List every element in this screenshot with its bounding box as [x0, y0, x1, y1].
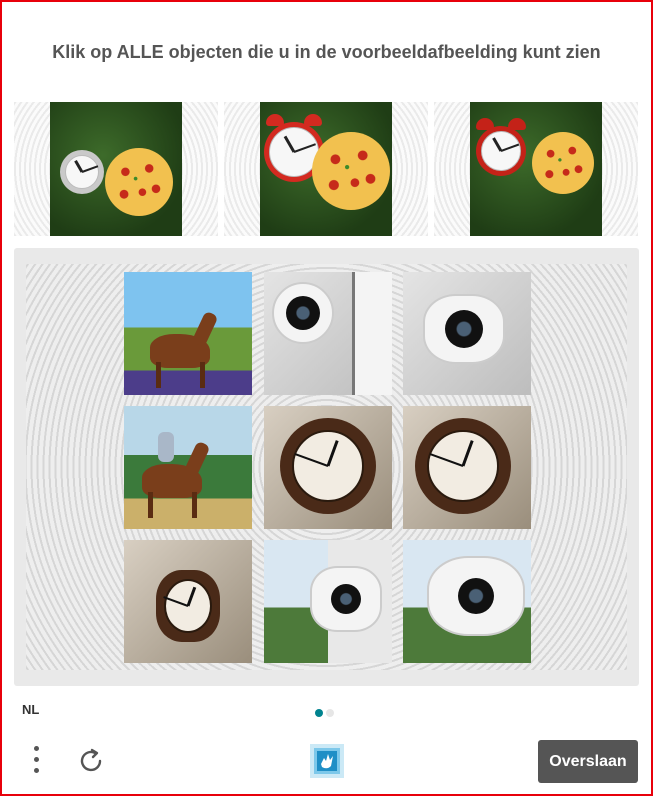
example-images: [14, 102, 639, 236]
grid-tile-3[interactable]: [403, 272, 531, 395]
page-dot-active: [315, 709, 323, 717]
security-camera-icon: [427, 556, 525, 636]
example-image-2: [224, 102, 428, 236]
brand-logo: [306, 740, 348, 782]
example-image-3: [434, 102, 638, 236]
grid-tile-1[interactable]: [124, 272, 252, 395]
language-selector[interactable]: NL: [22, 702, 39, 717]
pizza-icon: [105, 148, 173, 216]
challenge-prompt: Klik op ALLE objecten die u in de voorbe…: [52, 42, 601, 62]
wall-clock-icon: [280, 418, 376, 514]
grid-tile-5[interactable]: [264, 406, 392, 529]
refresh-button[interactable]: [76, 746, 106, 776]
menu-button[interactable]: [26, 746, 46, 776]
pizza-icon: [312, 132, 390, 210]
refresh-icon: [80, 748, 102, 772]
clock-icon: [60, 150, 104, 194]
page-indicator: [315, 704, 337, 722]
hand-logo-icon: [310, 744, 344, 778]
challenge-grid: [14, 248, 639, 686]
grid-tile-8[interactable]: [264, 540, 392, 663]
security-camera-icon: [272, 282, 334, 344]
security-camera-icon: [423, 294, 505, 364]
example-image-1: [14, 102, 218, 236]
wall-clock-icon: [415, 418, 511, 514]
grid-tile-4[interactable]: [124, 406, 252, 529]
grid-tile-6[interactable]: [403, 406, 531, 529]
wall-clock-icon: [156, 570, 220, 642]
captcha-frame: Klik op ALLE objecten die u in de voorbe…: [0, 0, 653, 796]
grid-tile-7[interactable]: [124, 540, 252, 663]
pizza-icon: [532, 132, 594, 194]
grid-tile-2[interactable]: [264, 272, 392, 395]
security-camera-icon: [310, 566, 382, 632]
rider-icon: [158, 432, 174, 462]
vertical-dots-icon: [26, 746, 46, 773]
page-dot-inactive: [326, 709, 334, 717]
alarm-clock-icon: [476, 118, 526, 176]
grid-tile-9[interactable]: [403, 540, 531, 663]
skip-button[interactable]: Overslaan: [538, 740, 638, 783]
